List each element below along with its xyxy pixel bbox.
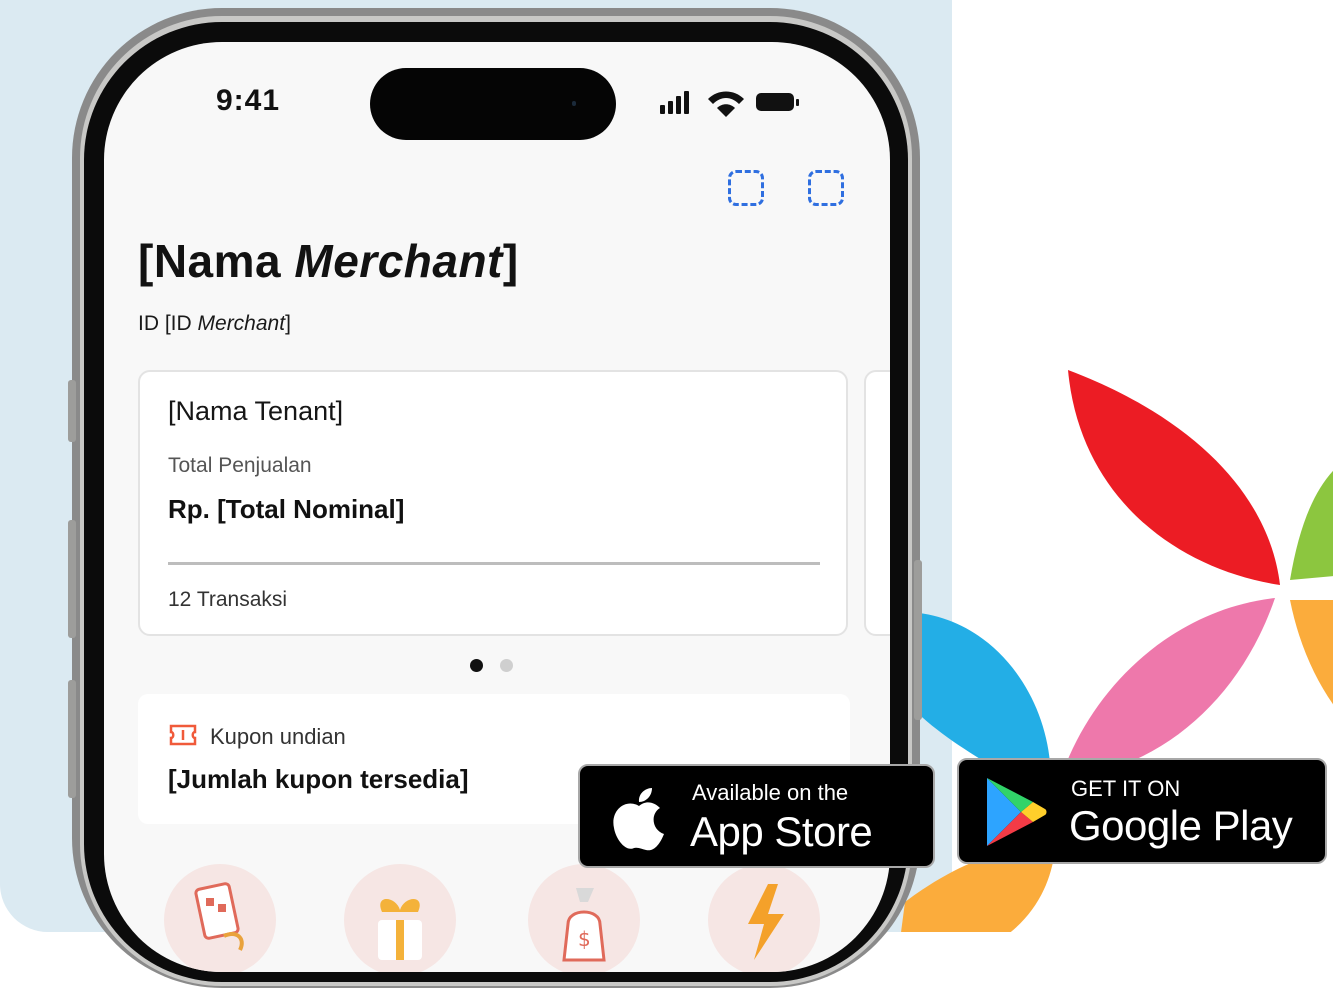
merchant-id-italic: Merchant: [197, 312, 286, 335]
status-icons: [660, 88, 800, 123]
app-store-small-text: Available on the: [692, 780, 849, 805]
card-divider: [168, 562, 820, 565]
action-placeholder-icon[interactable]: [808, 170, 844, 206]
money-bag-icon[interactable]: $: [528, 864, 640, 972]
ticket-icon: [169, 724, 197, 746]
merchant-name-open: [Nama: [138, 235, 295, 287]
app-store-big-text: App Store: [690, 808, 873, 855]
petal-red: [1068, 370, 1280, 585]
app-store-badge[interactable]: Available on the App Store: [578, 764, 935, 868]
transaction-count: 12 Transaksi: [168, 588, 288, 611]
merchant-name-close: ]: [502, 235, 519, 287]
carousel-dot[interactable]: [500, 659, 513, 672]
tenant-name: [Nama Tenant]: [168, 396, 344, 426]
cellular-signal-icon: [660, 91, 689, 114]
carousel-dot-active[interactable]: [470, 659, 483, 672]
google-play-small-text: GET IT ON: [1071, 776, 1181, 801]
petal-orange-right: [1290, 600, 1333, 705]
merchant-id: ID [ID Merchant]: [138, 312, 291, 336]
google-play-big-text: Google Play: [1069, 802, 1293, 849]
gift-icon[interactable]: [344, 864, 456, 972]
merchant-name: [Nama Merchant]: [138, 234, 519, 288]
sales-label: Total Penjualan: [168, 454, 312, 477]
wifi-icon: [708, 91, 744, 117]
petal-pink: [1060, 598, 1275, 780]
svg-text:$: $: [578, 927, 591, 951]
phone-silent-switch: [68, 380, 76, 442]
status-bar: 9:41: [104, 42, 890, 140]
apple-icon: [613, 788, 664, 851]
google-play-badge[interactable]: GET IT ON Google Play: [957, 758, 1327, 864]
dynamic-island: [370, 68, 616, 140]
sales-value: Rp. [Total Nominal]: [168, 494, 405, 524]
voucher-icon[interactable]: [164, 864, 276, 972]
phone-volume-up-button: [68, 520, 76, 638]
flash-icon[interactable]: [708, 864, 820, 972]
action-placeholder-icon[interactable]: [728, 170, 764, 206]
merchant-id-prefix: ID [ID: [138, 312, 198, 335]
camera-dot: [572, 101, 576, 106]
tenant-card[interactable]: [Nama Tenant] Total Penjualan Rp. [Total…: [138, 370, 848, 636]
google-play-icon: [987, 778, 1047, 846]
phone-power-button: [914, 560, 922, 720]
coupon-value: [Jumlah kupon tersedia]: [168, 764, 469, 794]
merchant-id-suffix: ]: [285, 312, 291, 335]
status-time: 9:41: [216, 84, 281, 117]
phone-volume-down-button: [68, 680, 76, 798]
tenant-card-next[interactable]: [864, 370, 890, 636]
coupon-label: Kupon undian: [210, 724, 346, 749]
battery-icon: [756, 93, 799, 111]
merchant-name-italic: Merchant: [294, 235, 503, 287]
petal-green: [1290, 470, 1333, 580]
